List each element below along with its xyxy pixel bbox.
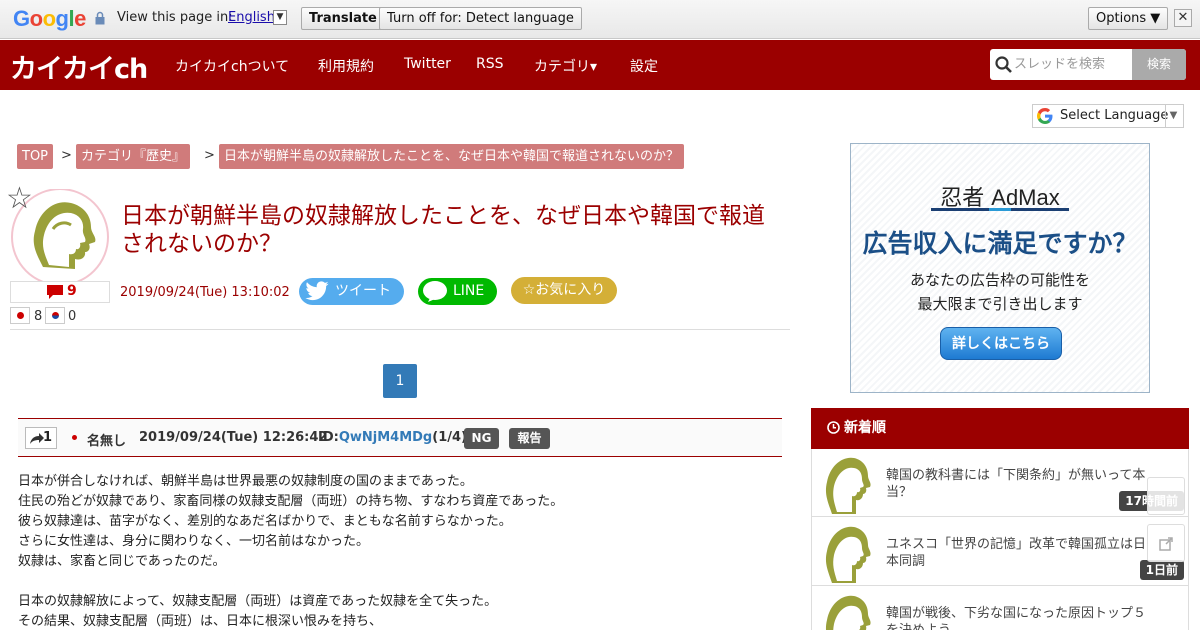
korea-flag-icon <box>45 307 65 324</box>
report-button[interactable]: 報告 <box>509 428 550 449</box>
breadcrumb-current[interactable]: 日本が朝鮮半島の奴隷解放したことを、なぜ日本や韓国で報道されないのか？ <box>219 144 685 169</box>
thread-thumbnail <box>825 595 871 630</box>
scroll-up-button[interactable] <box>1147 477 1185 515</box>
post-body: 日本が併合しなければ、朝鮮半島は世界最悪の奴隷制度の国のままであった。 住民の殆… <box>18 472 778 632</box>
post-line: 彼ら奴隷達は、苗字がなく、差別的なあだ名ばかりで、まともな名前すらなかった。 <box>18 514 512 529</box>
star-icon[interactable]: ☆ <box>6 184 33 214</box>
breadcrumb-top[interactable]: TOP <box>17 144 54 169</box>
post-line: その結果、奴隷支配層（両班）は、日本に根深い恨みを持ち、 <box>18 614 383 629</box>
post-author: 名無し <box>87 434 127 449</box>
external-link-icon <box>1159 537 1173 551</box>
comment-count: 9 <box>67 283 77 299</box>
view-page-label: View this page in: <box>117 10 233 25</box>
nav-settings[interactable]: 設定 <box>630 56 658 76</box>
time-badge: 1日前 <box>1139 560 1184 580</box>
list-item-title: 韓国の教科書には「下関条約」が無いって本当？ <box>886 468 1146 500</box>
nav-terms[interactable]: 利用規約 <box>318 56 374 76</box>
pagination-page[interactable]: 1 <box>383 364 417 398</box>
thread-thumbnail <box>825 457 871 514</box>
tweet-button[interactable]: ツイート <box>299 278 404 305</box>
favorite-button[interactable]: ☆お気に入り <box>511 277 617 304</box>
nav-twitter[interactable]: Twitter <box>404 56 451 72</box>
korea-count: 0 <box>68 309 77 324</box>
search-box: 検索 <box>990 49 1186 80</box>
list-item[interactable]: 韓国が戦後、下劣な国になった原因トップ５を決めよう <box>812 587 1188 630</box>
options-button[interactable]: Options ▼ <box>1088 7 1169 30</box>
search-input[interactable] <box>1014 49 1124 80</box>
new-posts-list: 韓国の教科書には「下関条約」が無いって本当？ 17時間前 ユネスコ「世界の記憶」… <box>811 449 1189 630</box>
site-header: カイカイch カイカイchついて 利用規約 Twitter RSS カテゴリ▾ … <box>0 40 1200 90</box>
chevron-down-icon: ▼ <box>1165 105 1181 127</box>
google-g-icon <box>1037 108 1053 124</box>
reply-button[interactable]: 1 <box>25 427 57 449</box>
ad-banner[interactable]: 忍者 AdMax 広告収入に満足ですか？ あなたの広告枠の可能性を 最大限まで引き… <box>850 143 1150 393</box>
ad-cta-button[interactable]: 詳しくはこちら <box>940 327 1062 360</box>
post-line: 日本が併合しなければ、朝鮮半島は世界最悪の奴隷制度の国のままであった。 <box>18 474 473 489</box>
list-item-title: ユネスコ「世界の記憶」改革で韓国孤立は日本同調 <box>886 537 1147 569</box>
translate-bar: Google View this page in: English ▼ Tran… <box>0 0 1200 39</box>
japan-count: 8 <box>34 309 43 324</box>
status-dot <box>72 435 77 440</box>
search-button[interactable]: 検索 <box>1132 49 1186 80</box>
comment-icon <box>47 285 63 299</box>
reply-icon <box>30 433 44 444</box>
page-title: 日本が朝鮮半島の奴隷解放したことを、なぜ日本や韓国で報道されないのか？ <box>121 203 765 257</box>
post-header: 1 名無し 2019/09/24(Tue) 12:26:42 ID:QwNjM4… <box>18 418 782 457</box>
select-language-dropdown[interactable]: Select Language ▼ <box>1032 104 1184 128</box>
post-line: 住民の殆どが奴隷であり、家畜同様の奴隷支配層（両班）の持ち物、すなわち資産であっ… <box>18 494 564 509</box>
thread-thumbnail <box>825 526 871 583</box>
language-select[interactable]: English <box>228 10 275 25</box>
clock-icon <box>827 421 840 434</box>
nav-category[interactable]: カテゴリ▾ <box>534 56 597 76</box>
post-date: 2019/09/24(Tue) 12:26:42 <box>139 430 328 445</box>
japan-flag-icon <box>10 307 30 324</box>
new-posts-header: 新着順 <box>811 408 1189 449</box>
select-language-label: Select Language <box>1060 108 1169 123</box>
ng-button[interactable]: NG <box>464 428 499 449</box>
line-button[interactable]: LINE <box>418 278 497 305</box>
list-item-title: 韓国が戦後、下劣な国になった原因トップ５を決めよう <box>886 606 1147 630</box>
post-id-label: ID: <box>318 430 339 445</box>
post-line: 日本の奴隷解放によって、奴隷支配層（両班）は資産であった奴隷を全て失った。 <box>18 594 498 609</box>
new-posts-title: 新着順 <box>844 420 886 436</box>
post-id-count: (1/4) <box>432 430 467 445</box>
ad-headline: 広告収入に満足ですか？ <box>862 229 1138 258</box>
article-date: 2019/09/24(Tue) 13:10:02 <box>120 285 290 300</box>
google-logo: Google <box>13 6 86 31</box>
breadcrumb-separator: > <box>61 148 72 163</box>
tweet-label: ツイート <box>335 283 391 299</box>
line-icon <box>423 281 447 302</box>
nav-rss[interactable]: RSS <box>476 56 504 72</box>
breadcrumb-category[interactable]: カテゴリ『歴史』 <box>76 144 191 169</box>
post-line: 奴隷は、家畜と同じであったのだ。 <box>18 554 226 569</box>
ad-brand-underline <box>931 208 1069 211</box>
breadcrumb-separator: > <box>204 148 215 163</box>
list-item[interactable]: 韓国の教科書には「下関条約」が無いって本当？ 17時間前 <box>812 449 1188 517</box>
external-link-button[interactable] <box>1147 524 1185 562</box>
post-line: さらに女性達は、身分に関わりなく、一切名前はなかった。 <box>18 534 370 549</box>
post-id: ID:QwNjM4MDg(1/4) <box>318 430 467 445</box>
ad-brand-en: AdMax <box>991 185 1060 210</box>
translate-button[interactable]: Translate <box>301 7 385 30</box>
nav-about[interactable]: カイカイchついて <box>175 56 289 76</box>
turn-off-button[interactable]: Turn off for: Detect language <box>379 7 582 30</box>
list-item[interactable]: ユネスコ「世界の記憶」改革で韓国孤立は日本同調 1日前 <box>812 518 1188 586</box>
divider <box>10 329 790 330</box>
search-icon <box>995 56 1012 73</box>
line-label: LINE <box>453 283 485 299</box>
language-dropdown-icon[interactable]: ▼ <box>273 10 287 25</box>
site-logo[interactable]: カイカイch <box>10 47 148 86</box>
post-line <box>18 572 778 592</box>
lock-icon <box>95 11 105 25</box>
comment-count-box: 9 <box>10 281 110 303</box>
post-id-link[interactable]: QwNjM4MDg <box>339 430 432 445</box>
close-icon[interactable]: ✕ <box>1174 9 1192 27</box>
twitter-icon <box>305 281 329 301</box>
ad-subtext: あなたの広告枠の可能性を 最大限まで引き出します <box>909 271 1090 313</box>
